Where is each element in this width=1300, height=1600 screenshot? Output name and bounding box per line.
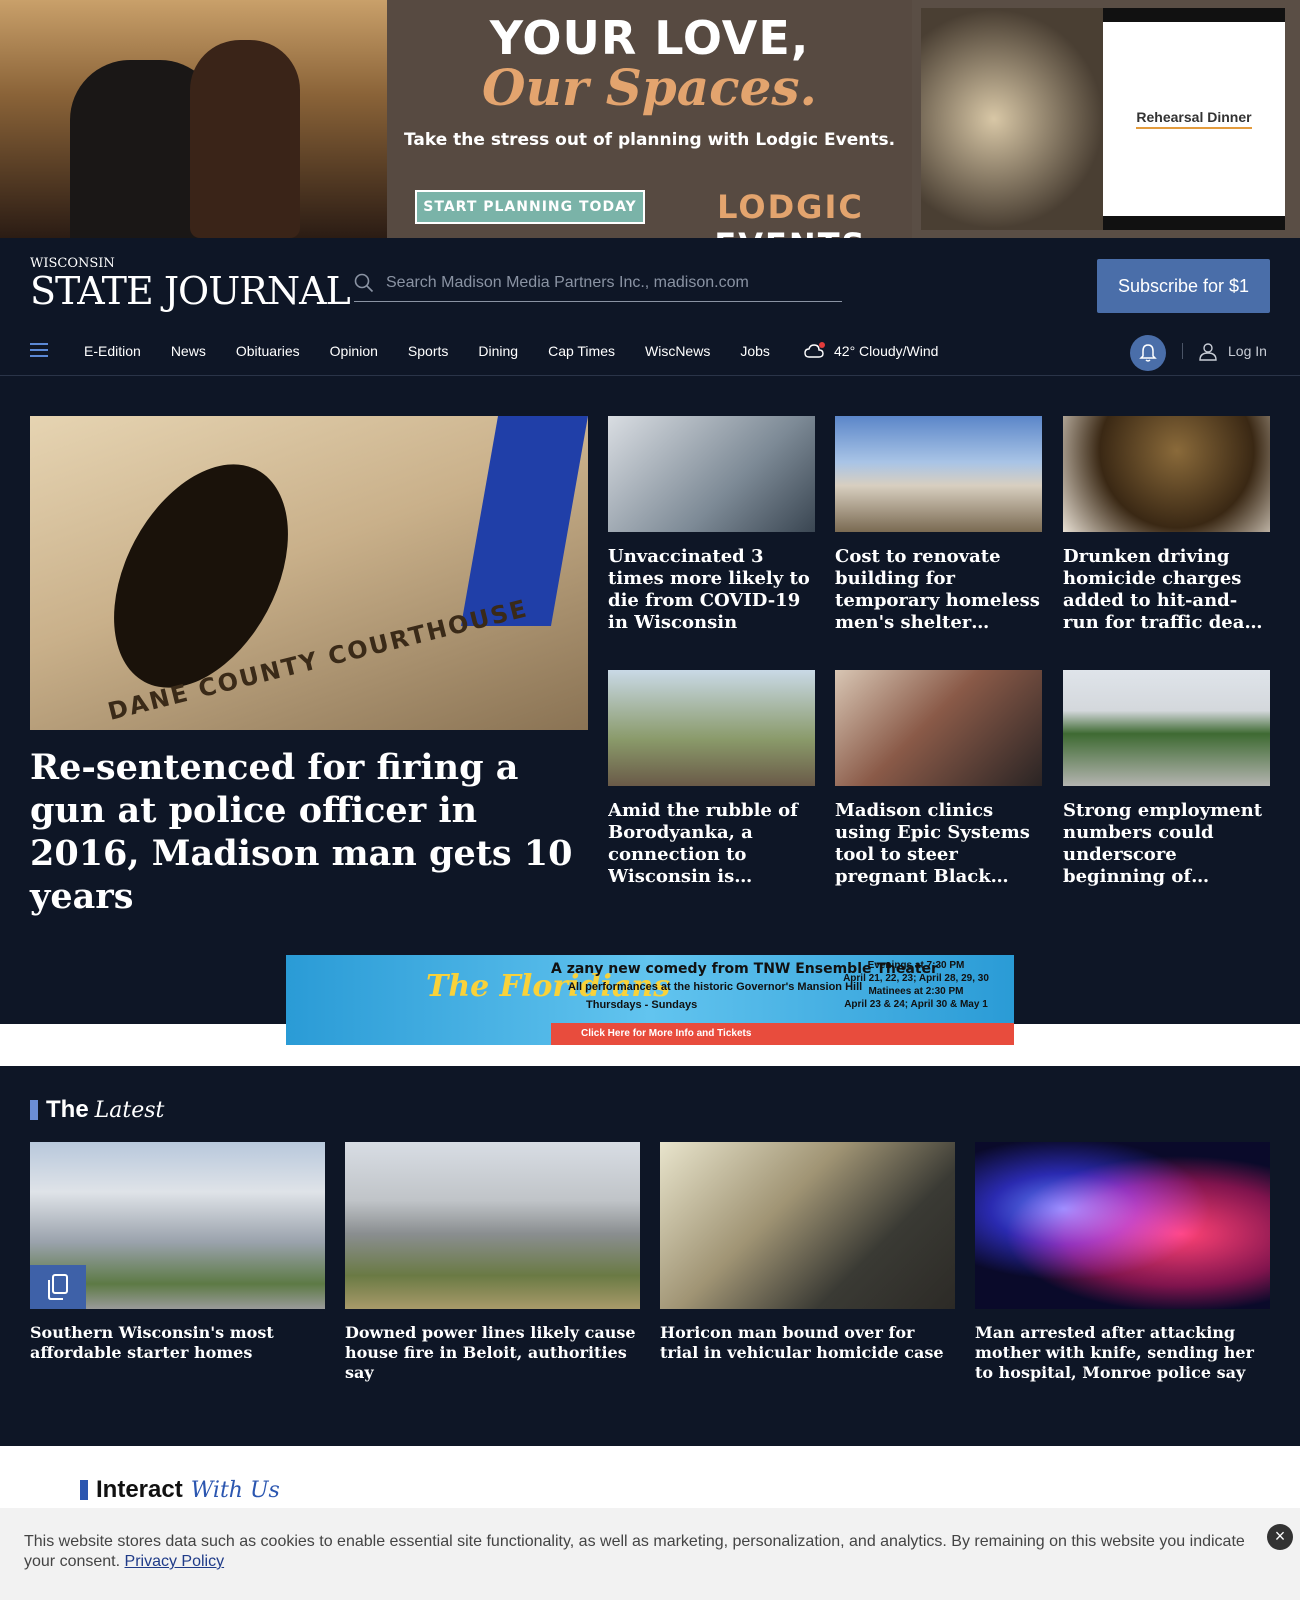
latest-section-title: The Latest: [30, 1096, 164, 1124]
masthead-big: STATE JOURNAL: [30, 269, 351, 313]
ad-right-panel: Rehearsal Dinner: [921, 8, 1285, 230]
hamburger-menu-icon[interactable]: [30, 343, 48, 357]
story-thumbnail: [835, 670, 1042, 786]
ad-subline: Take the stress out of planning with Lod…: [403, 130, 896, 150]
bell-icon: [1139, 344, 1157, 362]
latest-story-card[interactable]: Southern Wisconsin's most affordable sta…: [30, 1142, 325, 1363]
story-headline[interactable]: Strong employment numbers could undersco…: [1063, 800, 1270, 888]
latest-story-card[interactable]: Horicon man bound over for trial in vehi…: [660, 1142, 955, 1363]
lead-story-headline[interactable]: Re-sentenced for firing a gun at police …: [30, 746, 588, 918]
story-thumbnail: [608, 670, 815, 786]
lead-story-image[interactable]: DANE COUNTY COURTHOUSE: [30, 416, 588, 730]
story-headline[interactable]: Unvaccinated 3 times more likely to die …: [608, 546, 815, 634]
ad-photo-champagne: [921, 8, 1103, 230]
banner-ad-footer-link[interactable]: Click Here for More Info and Tickets: [551, 1023, 1014, 1045]
ad-brand-part-1: LODGIC: [717, 188, 864, 226]
story-card[interactable]: Drunken driving homicide charges added t…: [1063, 416, 1270, 634]
story-card[interactable]: Unvaccinated 3 times more likely to die …: [608, 416, 815, 634]
top-advertisement[interactable]: YOUR LOVE, Our Spaces. Take the stress o…: [0, 0, 1300, 238]
interact-title-italic: With Us: [190, 1477, 280, 1503]
nav-item-opinion[interactable]: Opinion: [330, 343, 378, 359]
latest-story-card[interactable]: Downed power lines likely cause house fi…: [345, 1142, 640, 1383]
nav-links: E-Edition News Obituaries Opinion Sports…: [84, 326, 800, 376]
story-thumbnail: [660, 1142, 955, 1309]
main-nav: E-Edition News Obituaries Opinion Sports…: [0, 326, 1300, 376]
story-thumbnail: [1063, 416, 1270, 532]
nav-item-obituaries[interactable]: Obituaries: [236, 343, 300, 359]
story-card[interactable]: Amid the rubble of Borodyanka, a connect…: [608, 670, 815, 888]
cookie-text-block: This website stores data such as cookies…: [24, 1532, 1254, 1572]
ad-side-card: Rehearsal Dinner: [1103, 22, 1285, 216]
cloudy-wind-icon: [804, 342, 825, 358]
section-accent-bar: [30, 1100, 38, 1120]
story-headline[interactable]: Madison clinics using Epic Systems tool …: [835, 800, 1042, 888]
ad-center-panel: YOUR LOVE, Our Spaces. Take the stress o…: [387, 0, 912, 238]
latest-title-bold: The: [46, 1096, 89, 1123]
latest-section: The Latest Southern Wisconsin's most aff…: [0, 1066, 1300, 1446]
banner-ad-dates: Evenings at 7:30 PM April 21, 22, 23; Ap…: [843, 960, 989, 1010]
search-bar: [354, 264, 842, 302]
ad-cta-button[interactable]: START PLANNING TODAY: [415, 190, 645, 224]
interact-title-bold: Interact: [96, 1476, 183, 1503]
ad-headline-2: Our Spaces.: [482, 58, 817, 117]
story-card[interactable]: Madison clinics using Epic Systems tool …: [835, 670, 1042, 888]
story-thumbnail: [345, 1142, 640, 1309]
cookie-banner: This website stores data such as cookies…: [0, 1508, 1300, 1600]
section-accent-bar: [80, 1480, 88, 1500]
privacy-policy-link[interactable]: Privacy Policy: [125, 1553, 225, 1570]
ad-photo-couple: [0, 0, 387, 238]
nav-item-wiscnews[interactable]: WiscNews: [645, 343, 710, 359]
banner-ad-line-3: Thursdays - Sundays: [586, 999, 698, 1011]
latest-story-headline[interactable]: Downed power lines likely cause house fi…: [345, 1323, 640, 1383]
story-thumbnail: [975, 1142, 1270, 1309]
nav-item-news[interactable]: News: [171, 343, 206, 359]
latest-story-headline[interactable]: Southern Wisconsin's most affordable sta…: [30, 1323, 325, 1363]
ad-side-card-label: Rehearsal Dinner: [1136, 109, 1252, 129]
latest-story-card[interactable]: Man arrested after attacking mother with…: [975, 1142, 1270, 1383]
ad-photo-woman: [190, 40, 300, 238]
nav-item-jobs[interactable]: Jobs: [740, 343, 770, 359]
user-icon: [1199, 343, 1217, 361]
weather-widget[interactable]: 42° Cloudy/Wind: [804, 342, 938, 360]
banner-advertisement[interactable]: The Floridians A zany new comedy from TN…: [286, 955, 1014, 1045]
story-headline[interactable]: Amid the rubble of Borodyanka, a connect…: [608, 800, 815, 888]
ad-brand-part-2: EVENTS: [714, 226, 866, 238]
nav-item-dining[interactable]: Dining: [478, 343, 518, 359]
story-headline[interactable]: Drunken driving homicide charges added t…: [1063, 546, 1270, 634]
nav-item-cap-times[interactable]: Cap Times: [548, 343, 615, 359]
weather-text: 42° Cloudy/Wind: [834, 343, 939, 359]
gallery-icon: [30, 1265, 86, 1309]
nav-item-sports[interactable]: Sports: [408, 343, 448, 359]
story-thumbnail: [30, 1142, 325, 1309]
masthead-logo[interactable]: WISCONSIN STATE JOURNAL: [30, 256, 351, 313]
story-thumbnail: [1063, 670, 1270, 786]
story-headline[interactable]: Cost to renovate building for temporary …: [835, 546, 1042, 634]
latest-title-italic: Latest: [94, 1097, 165, 1123]
story-thumbnail: [835, 416, 1042, 532]
nav-divider: [1182, 343, 1183, 359]
interact-section-title: Interact With Us: [80, 1476, 280, 1504]
close-icon[interactable]: ×: [1267, 1524, 1293, 1550]
nav-item-e-edition[interactable]: E-Edition: [84, 343, 141, 359]
subscribe-button[interactable]: Subscribe for $1: [1097, 259, 1270, 313]
story-card[interactable]: Cost to renovate building for temporary …: [835, 416, 1042, 634]
story-thumbnail: [608, 416, 815, 532]
ad-headline-1: YOUR LOVE,: [489, 11, 810, 65]
banner-ad-line-2: All performances at the historic Governo…: [568, 981, 863, 993]
search-icon[interactable]: [354, 273, 374, 293]
notifications-bell-button[interactable]: [1130, 335, 1166, 371]
story-card[interactable]: Strong employment numbers could undersco…: [1063, 670, 1270, 888]
search-input[interactable]: [386, 273, 836, 292]
latest-story-headline[interactable]: Horicon man bound over for trial in vehi…: [660, 1323, 955, 1363]
login-label: Log In: [1228, 343, 1267, 359]
ad-brand-logo: LODGIC EVENTS: [669, 188, 912, 238]
latest-story-headline[interactable]: Man arrested after attacking mother with…: [975, 1323, 1270, 1383]
login-link[interactable]: Log In: [1198, 341, 1267, 361]
